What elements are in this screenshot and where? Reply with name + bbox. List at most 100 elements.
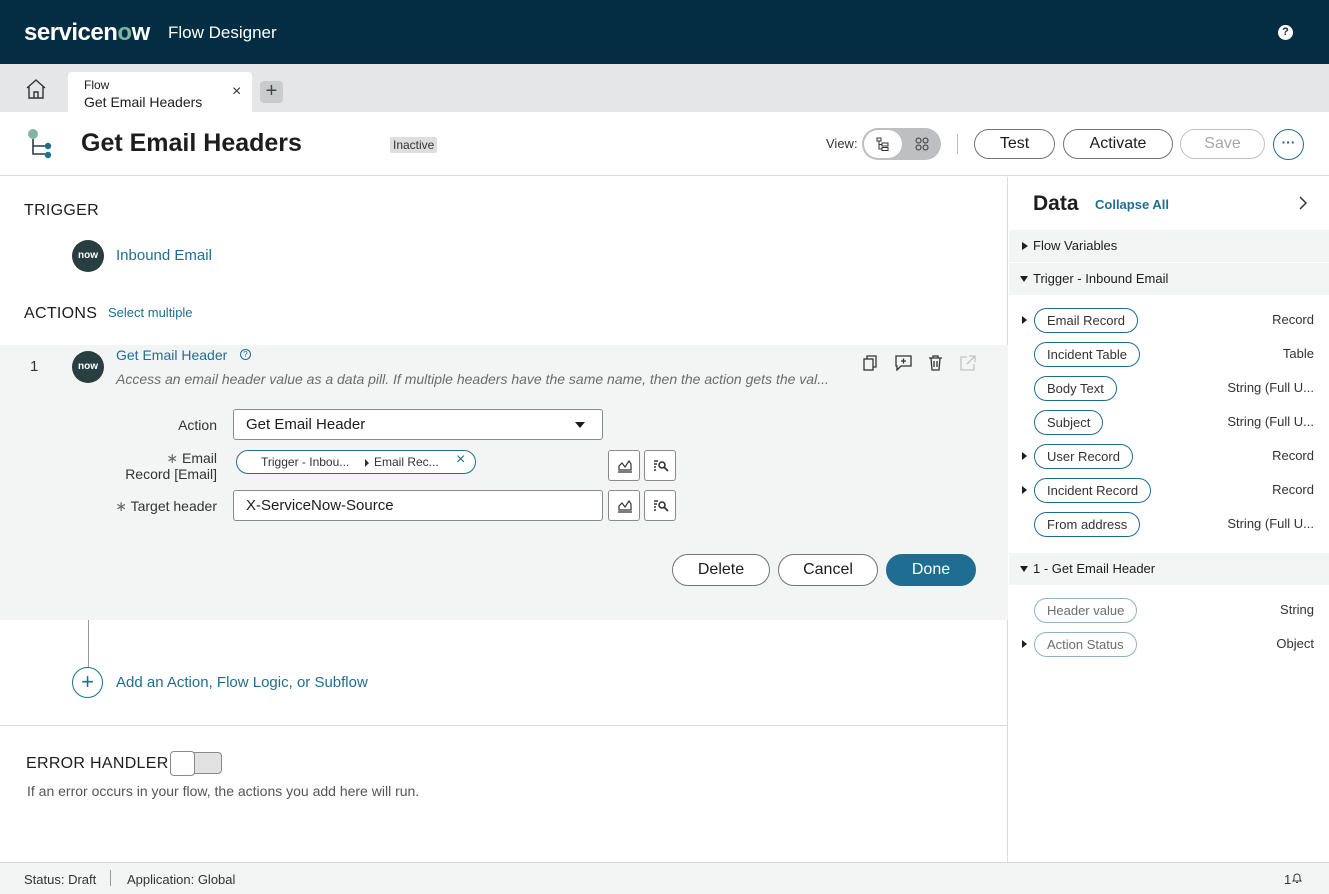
data-type-label: Table [1282, 346, 1314, 361]
group-flow-variables[interactable]: Flow Variables [1009, 230, 1329, 262]
action-description: Access an email header value as a data p… [116, 371, 829, 387]
status-badge: Inactive [390, 137, 438, 153]
pill-segment-record: Email Rec... [374, 455, 439, 469]
notifications-indicator[interactable]: 1 [1284, 872, 1303, 887]
done-button[interactable]: Done [886, 554, 976, 586]
add-tab-button[interactable]: + [260, 81, 283, 103]
action-name-link[interactable]: Get Email Header [116, 347, 227, 363]
email-record-data-pill[interactable]: Trigger - Inbou... Email Rec... × [236, 450, 476, 474]
data-type-label: String (Full U... [1227, 516, 1314, 531]
action-card[interactable]: 1 now Get Email Header ? Access an email… [0, 345, 1008, 620]
pill-separator-icon [365, 459, 369, 467]
toggle-knob [170, 751, 195, 776]
remove-pill-icon[interactable]: × [456, 451, 465, 469]
data-type-label: Object [1276, 636, 1314, 651]
action-select[interactable]: Get Email Header [233, 409, 603, 440]
page-title: Get Email Headers [81, 129, 302, 157]
add-action-icon[interactable]: + [72, 667, 103, 698]
collapse-icon [1020, 276, 1028, 282]
bell-icon [1292, 873, 1303, 883]
tab-type-label: Flow [84, 78, 110, 92]
pill-segment-trigger: Trigger - Inbou... [261, 455, 350, 469]
data-picker-icon [654, 460, 669, 472]
expand-icon[interactable] [1022, 316, 1027, 324]
flow-icon [26, 128, 56, 165]
data-type-label: Record [1272, 482, 1314, 497]
trigger-inbound-email-link[interactable]: Inbound Email [116, 247, 212, 264]
copy-icon[interactable] [862, 355, 878, 376]
trigger-heading: TRIGGER [24, 202, 99, 219]
home-icon[interactable] [24, 78, 48, 100]
collapse-icon [1020, 566, 1028, 572]
script-toggle-button[interactable] [608, 450, 640, 481]
data-pill-subject[interactable]: Subject [1034, 410, 1104, 435]
action-field-label: Action [178, 417, 217, 433]
activate-button[interactable]: Activate [1063, 129, 1173, 159]
select-multiple-link[interactable]: Select multiple [108, 305, 193, 320]
data-pill-body-text[interactable]: Body Text [1034, 376, 1117, 401]
group-label: Trigger - Inbound Email [1033, 271, 1169, 286]
error-handler-toggle[interactable] [170, 751, 222, 776]
data-pill-picker-button[interactable] [644, 490, 676, 521]
group-label: 1 - Get Email Header [1033, 561, 1156, 576]
data-pill-header-value[interactable]: Header value [1034, 598, 1138, 623]
expand-icon[interactable] [1022, 452, 1027, 460]
title-bar: Get Email Headers Inactive View: Test Ac… [0, 112, 1329, 176]
status-bar: Status: Draft Application: Global 1 [0, 862, 1329, 894]
add-action-link[interactable]: Add an Action, Flow Logic, or Subflow [116, 674, 368, 691]
target-header-input[interactable]: X-ServiceNow-Source [233, 490, 603, 521]
help-icon[interactable]: ? [240, 349, 251, 360]
test-button[interactable]: Test [974, 129, 1055, 159]
diagram-view-icon[interactable] [915, 137, 929, 156]
script-icon [618, 459, 632, 473]
group-get-email-header[interactable]: 1 - Get Email Header [1009, 553, 1329, 585]
top-header: servicenow Flow Designer ? [0, 0, 1329, 64]
cancel-button[interactable]: Cancel [778, 554, 878, 586]
flow-editor: TRIGGER now Inbound Email ACTIONS Select… [0, 177, 1008, 862]
help-icon[interactable]: ? [1278, 25, 1293, 40]
add-comment-icon[interactable] [895, 355, 912, 376]
data-type-label: Record [1272, 448, 1314, 463]
tree-view-icon[interactable] [876, 137, 890, 156]
group-trigger-inbound-email[interactable]: Trigger - Inbound Email [1009, 263, 1329, 295]
data-pill-email-record[interactable]: Email Record [1034, 308, 1139, 333]
product-title: Flow Designer [168, 23, 277, 42]
group-label: Flow Variables [1033, 238, 1118, 253]
data-panel-title: Data [1033, 192, 1079, 215]
servicenow-logo[interactable]: servicenow [24, 19, 150, 47]
script-icon [618, 499, 632, 513]
chevron-right-icon[interactable] [1299, 196, 1308, 215]
data-type-label: String (Full U... [1227, 380, 1314, 395]
save-button[interactable]: Save [1180, 129, 1265, 159]
view-toggle[interactable] [862, 128, 941, 160]
expand-icon[interactable] [1022, 640, 1027, 648]
data-type-label: String [1280, 602, 1314, 617]
data-pill-from-address[interactable]: From address [1034, 512, 1141, 537]
collapse-all-link[interactable]: Collapse All [1095, 197, 1169, 212]
open-external-icon [960, 355, 976, 376]
action-select-value: Get Email Header [246, 416, 366, 433]
application-scope: Application: Global [127, 872, 236, 887]
data-pill-action-status[interactable]: Action Status [1034, 632, 1137, 657]
chevron-down-icon [575, 422, 585, 428]
data-panel: Data Collapse All Flow Variables Trigger… [1009, 177, 1329, 837]
tab-strip: Flow Get Email Headers × + [0, 64, 1329, 112]
delete-button[interactable]: Delete [672, 554, 770, 586]
more-options-button[interactable]: ··· [1273, 129, 1304, 160]
script-toggle-button[interactable] [608, 490, 640, 521]
data-pill-incident-table[interactable]: Incident Table [1034, 342, 1140, 367]
view-label: View: [826, 136, 858, 151]
tab-flow-get-email-headers[interactable]: Flow Get Email Headers × [68, 72, 252, 112]
close-tab-icon[interactable]: × [232, 84, 241, 100]
action-number: 1 [30, 358, 39, 375]
expand-icon [1022, 242, 1028, 250]
expand-icon[interactable] [1022, 486, 1027, 494]
trash-icon[interactable] [928, 355, 943, 376]
data-type-label: Record [1272, 312, 1314, 327]
data-pill-picker-button[interactable] [644, 450, 676, 481]
error-handler-heading: ERROR HANDLER [26, 755, 169, 772]
data-pill-user-record[interactable]: User Record [1034, 444, 1133, 469]
data-pill-incident-record[interactable]: Incident Record [1034, 478, 1152, 503]
section-divider [0, 725, 1008, 726]
data-type-label: String (Full U... [1227, 414, 1314, 429]
